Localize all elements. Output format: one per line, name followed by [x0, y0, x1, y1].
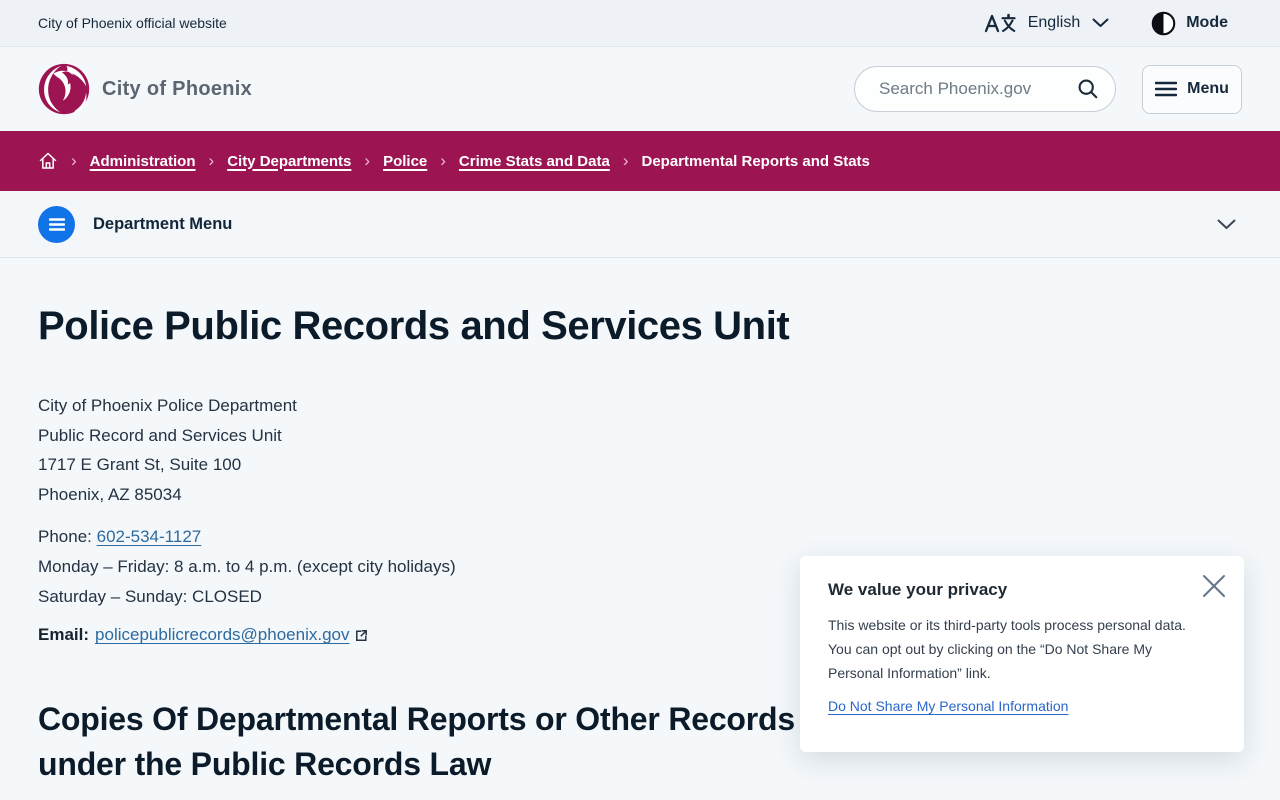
brand-name: City of Phoenix: [102, 77, 253, 100]
breadcrumb-separator-icon: ›: [440, 150, 446, 170]
breadcrumb-separator-icon: ›: [364, 150, 371, 170]
email-link[interactable]: policepublicrecords@phoenix.gov: [95, 625, 367, 645]
email-label: Email:: [38, 625, 90, 645]
site-search: [854, 66, 1116, 112]
breadcrumb-separator-icon: ›: [71, 150, 77, 170]
phone-link[interactable]: 602-534-1127: [97, 527, 202, 546]
email-address: policepublicrecords@phoenix.gov: [95, 625, 350, 645]
top-utility-bar: City of Phoenix official website English: [0, 0, 1280, 47]
menu-button-label: Menu: [1187, 80, 1229, 97]
department-menu-toggle-button[interactable]: [38, 205, 75, 243]
mode-label: Mode: [1186, 14, 1228, 31]
breadcrumb: › Administration › City Departments › Po…: [0, 131, 1280, 191]
breadcrumb-current-page: Departmental Reports and Stats: [641, 152, 870, 170]
hamburger-icon: [1155, 81, 1178, 97]
official-site-label: City of Phoenix official website: [38, 15, 227, 31]
privacy-dialog-title: We value your privacy: [828, 580, 1008, 599]
chevron-down-icon: [1092, 18, 1109, 28]
language-selector[interactable]: English: [984, 12, 1109, 34]
search-submit-button[interactable]: [1077, 78, 1099, 100]
contrast-mode-toggle[interactable]: Mode: [1151, 11, 1228, 36]
close-dialog-button[interactable]: [1197, 569, 1231, 603]
site-header: City of Phoenix Menu: [0, 47, 1280, 131]
breadcrumb-link-police[interactable]: Police: [383, 153, 427, 170]
do-not-share-link[interactable]: Do Not Share My Personal Information: [828, 698, 1068, 714]
phoenix-logo-icon: [38, 63, 90, 115]
main-menu-button[interactable]: Menu: [1142, 64, 1242, 114]
breadcrumb-separator-icon: ›: [208, 150, 215, 170]
address-line: Public Record and Services Unit: [38, 425, 282, 445]
search-input[interactable]: [879, 79, 1059, 99]
breadcrumb-home-link[interactable]: [38, 151, 58, 171]
phone-row: Phone: 602-534-1127: [38, 522, 1242, 552]
contrast-half-circle-icon: [1151, 11, 1176, 36]
privacy-dialog-body: This website or its third-party tools pr…: [828, 617, 1186, 681]
brand-home-link[interactable]: City of Phoenix: [38, 63, 252, 115]
search-icon: [1077, 78, 1099, 100]
address-line: City of Phoenix Police Department: [38, 396, 297, 415]
chevron-down-icon[interactable]: [1217, 219, 1242, 230]
department-menu-label: Department Menu: [93, 214, 233, 233]
department-menu-bar[interactable]: Department Menu: [0, 191, 1280, 258]
external-link-icon: [355, 629, 368, 642]
page-title: Police Public Records and Services Unit: [38, 304, 790, 348]
breadcrumb-link-city-departments[interactable]: City Departments: [227, 153, 351, 170]
breadcrumb-link-crime-stats[interactable]: Crime Stats and Data: [459, 153, 610, 170]
breadcrumb-separator-icon: ›: [622, 150, 629, 170]
address-line: Phoenix, AZ 85034: [38, 484, 182, 504]
close-icon: [1201, 573, 1227, 599]
home-icon: [38, 151, 58, 171]
phone-label: Phone:: [38, 527, 92, 547]
privacy-consent-dialog: We value your privacy This website or it…: [800, 556, 1244, 752]
address-line: 1717 E Grant St, Suite 100: [38, 455, 242, 475]
hamburger-icon: [48, 217, 65, 231]
translate-icon: [984, 12, 1016, 34]
breadcrumb-link-administration[interactable]: Administration: [90, 153, 196, 170]
language-label: English: [1027, 14, 1081, 31]
address-block: City of Phoenix Police Department Public…: [38, 391, 1242, 509]
